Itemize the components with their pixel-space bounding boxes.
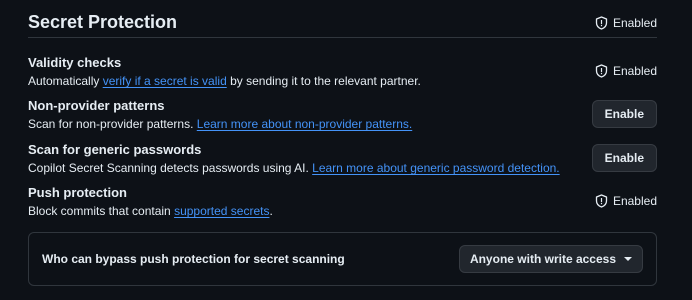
validity-status: Enabled bbox=[595, 64, 657, 78]
validity-status-label: Enabled bbox=[612, 64, 657, 78]
non-provider-learn-more-link[interactable]: Learn more about non-provider patterns. bbox=[197, 117, 412, 131]
validity-checks-row: Validity checks Automatically verify if … bbox=[28, 55, 657, 89]
supported-secrets-link[interactable]: supported secrets bbox=[174, 204, 269, 218]
push-protection-row: Push protection Block commits that conta… bbox=[28, 185, 657, 219]
generic-passwords-row: Scan for generic passwords Copilot Secre… bbox=[28, 142, 657, 176]
non-provider-patterns-title: Non-provider patterns bbox=[28, 98, 165, 113]
push-protection-desc-after: . bbox=[269, 204, 273, 218]
non-provider-patterns-description: Scan for non-provider patterns. Learn mo… bbox=[28, 116, 657, 132]
section-header: Secret Protection Enabled bbox=[28, 10, 657, 38]
shield-check-icon bbox=[595, 64, 608, 78]
generic-passwords-title: Scan for generic passwords bbox=[28, 142, 202, 157]
enable-generic-passwords-button[interactable]: Enable bbox=[591, 144, 657, 172]
bypass-permission-dropdown[interactable]: Anyone with write access bbox=[458, 245, 643, 273]
validity-desc-after: by sending it to the relevant partner. bbox=[226, 74, 421, 88]
push-protection-status-label: Enabled bbox=[612, 194, 657, 208]
push-protection-status: Enabled bbox=[595, 194, 657, 208]
bypass-selected-value: Anyone with write access bbox=[469, 252, 616, 266]
bypass-settings-box: Who can bypass push protection for secre… bbox=[28, 232, 657, 286]
section-status-label: Enabled bbox=[612, 16, 657, 30]
generic-passwords-description: Copilot Secret Scanning detects password… bbox=[28, 160, 657, 176]
validity-desc-before: Automatically bbox=[28, 74, 103, 88]
section-title: Secret Protection bbox=[28, 12, 178, 32]
validity-checks-title: Validity checks bbox=[28, 55, 122, 70]
validity-checks-description: Automatically verify if a secret is vali… bbox=[28, 73, 657, 89]
bypass-label: Who can bypass push protection for secre… bbox=[42, 252, 345, 266]
enable-non-provider-button[interactable]: Enable bbox=[591, 100, 657, 128]
verify-secret-link[interactable]: verify if a secret is valid bbox=[103, 74, 227, 88]
shield-check-icon bbox=[595, 194, 608, 208]
non-provider-desc-before: Scan for non-provider patterns. bbox=[28, 117, 197, 131]
shield-check-icon bbox=[595, 16, 608, 30]
push-protection-description: Block commits that contain supported sec… bbox=[28, 203, 657, 219]
generic-passwords-learn-more-link[interactable]: Learn more about generic password detect… bbox=[312, 161, 559, 175]
triangle-down-icon bbox=[624, 257, 632, 261]
section-status: Enabled bbox=[595, 16, 657, 30]
secret-protection-page: Secret Protection Enabled Validity check… bbox=[0, 0, 692, 300]
generic-passwords-desc-before: Copilot Secret Scanning detects password… bbox=[28, 161, 313, 175]
non-provider-patterns-row: Non-provider patterns Scan for non-provi… bbox=[28, 98, 657, 132]
push-protection-title: Push protection bbox=[28, 185, 127, 200]
push-protection-desc-before: Block commits that contain bbox=[28, 204, 175, 218]
